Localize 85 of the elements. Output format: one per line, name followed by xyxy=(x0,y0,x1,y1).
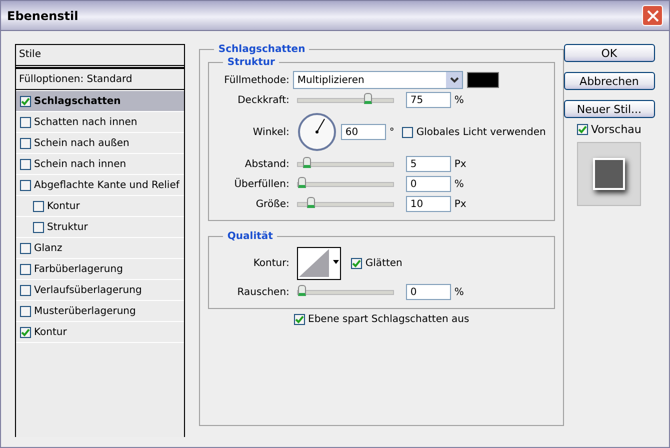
checkbox[interactable] xyxy=(20,306,31,316)
list-item[interactable]: Schlagschatten xyxy=(16,90,184,111)
list-item[interactable]: Kontur xyxy=(16,195,184,216)
list-item-label: Struktur xyxy=(47,222,88,232)
checkbox[interactable] xyxy=(20,264,31,274)
window-title: Ebenenstil xyxy=(7,8,78,22)
checkbox[interactable] xyxy=(33,200,44,212)
field-label: Größe: xyxy=(254,198,290,210)
slider-thumb[interactable] xyxy=(298,284,306,296)
slider-thumb[interactable] xyxy=(307,196,316,208)
list-item[interactable]: Struktur xyxy=(16,216,184,237)
input-field[interactable]: 75 xyxy=(406,92,452,108)
unit-label: Px xyxy=(454,158,466,170)
checkbox[interactable] xyxy=(294,314,306,325)
unit-label: % xyxy=(454,178,464,190)
input-field[interactable]: 10 xyxy=(406,196,452,212)
blend-mode-dropdown[interactable]: Multiplizieren xyxy=(293,71,464,89)
group-title: Schlagschatten xyxy=(217,44,306,55)
checkbox[interactable] xyxy=(20,326,31,338)
input-field[interactable]: 60 xyxy=(341,124,386,140)
list-item-label: Schein nach außen xyxy=(34,138,130,148)
dialog-button[interactable]: Neuer Stil... xyxy=(564,100,655,118)
list-item[interactable]: Glanz xyxy=(16,237,184,258)
list-item-label: Farbüberlagerung xyxy=(34,264,123,274)
list-item-label: Kontur xyxy=(47,200,80,212)
field-label: Winkel: xyxy=(252,126,290,138)
field-label: Rauschen: xyxy=(236,286,290,298)
field-label: Überfüllen: xyxy=(233,178,290,190)
list-item[interactable]: Farbüberlagerung xyxy=(16,258,184,279)
checkbox[interactable] xyxy=(20,96,31,106)
close-icon xyxy=(646,10,658,22)
checkbox-label: Vorschau xyxy=(591,123,642,136)
checkbox[interactable] xyxy=(20,138,31,148)
color-swatch[interactable] xyxy=(467,72,500,88)
checkbox[interactable] xyxy=(20,242,31,254)
list-item[interactable]: Kontur xyxy=(16,321,184,342)
checkbox[interactable] xyxy=(20,158,31,170)
list-item[interactable]: Musterüberlagerung xyxy=(16,300,184,321)
slider-thumb[interactable] xyxy=(298,176,306,188)
unit-label: Px xyxy=(454,198,466,210)
list-item-label: Verlaufsüberlagerung xyxy=(34,284,142,296)
input-field[interactable]: 0 xyxy=(406,176,452,192)
checkbox-label: Globales Licht verwenden xyxy=(416,126,546,138)
list-item-label: Abgeflachte Kante und Relief xyxy=(34,180,180,190)
checkbox[interactable] xyxy=(20,284,31,296)
input-field[interactable]: 5 xyxy=(406,156,452,172)
contour-picker[interactable] xyxy=(297,246,342,280)
unit-label: % xyxy=(454,94,464,106)
list-item-label: Schein nach innen xyxy=(34,158,126,170)
field-label: Kontur: xyxy=(252,258,290,268)
list-header: Stile xyxy=(16,45,184,68)
list-item-label: Schatten nach innen xyxy=(34,116,138,128)
list-item[interactable]: Schein nach außen xyxy=(16,132,184,153)
checkbox[interactable] xyxy=(351,258,362,268)
angle-dial[interactable] xyxy=(297,112,338,152)
checkbox[interactable] xyxy=(402,126,414,138)
field-label: Abstand: xyxy=(244,158,290,170)
close-button[interactable] xyxy=(642,5,663,26)
input-field[interactable]: 0 xyxy=(406,284,452,300)
list-item[interactable]: Schatten nach innen xyxy=(16,111,184,132)
preview-thumbnail xyxy=(577,142,642,206)
list-item-label: Musterüberlagerung xyxy=(34,306,136,316)
checkbox[interactable] xyxy=(20,180,31,190)
slider-thumb[interactable] xyxy=(364,92,372,104)
slider-thumb[interactable] xyxy=(302,156,311,168)
dialog-button[interactable]: Abbrechen xyxy=(564,72,655,90)
checkbox-label: Glätten xyxy=(365,258,402,268)
checkbox[interactable] xyxy=(577,124,588,135)
list-item[interactable]: Verlaufsüberlagerung xyxy=(16,279,184,300)
checkbox[interactable] xyxy=(20,116,31,128)
list-item[interactable]: Abgeflachte Kante und Relief xyxy=(16,174,184,195)
list-item-label: Kontur xyxy=(34,326,67,338)
list-item-label: Glanz xyxy=(34,242,62,254)
checkbox[interactable] xyxy=(33,222,44,232)
field-label: Deckkraft: xyxy=(236,94,290,106)
group-title: Struktur xyxy=(226,57,276,68)
unit-label: ° xyxy=(389,126,394,138)
list-item-label: Schlagschatten xyxy=(34,96,121,106)
dialog-button[interactable]: OK xyxy=(564,44,655,62)
unit-label: % xyxy=(454,286,464,298)
chevron-down-icon xyxy=(450,77,459,83)
field-label: Füllmethode: xyxy=(223,74,290,86)
list-item[interactable]: Schein nach innen xyxy=(16,153,184,174)
checkbox-label: Ebene spart Schlagschatten aus xyxy=(308,314,470,325)
group-title: Qualität xyxy=(226,231,274,242)
